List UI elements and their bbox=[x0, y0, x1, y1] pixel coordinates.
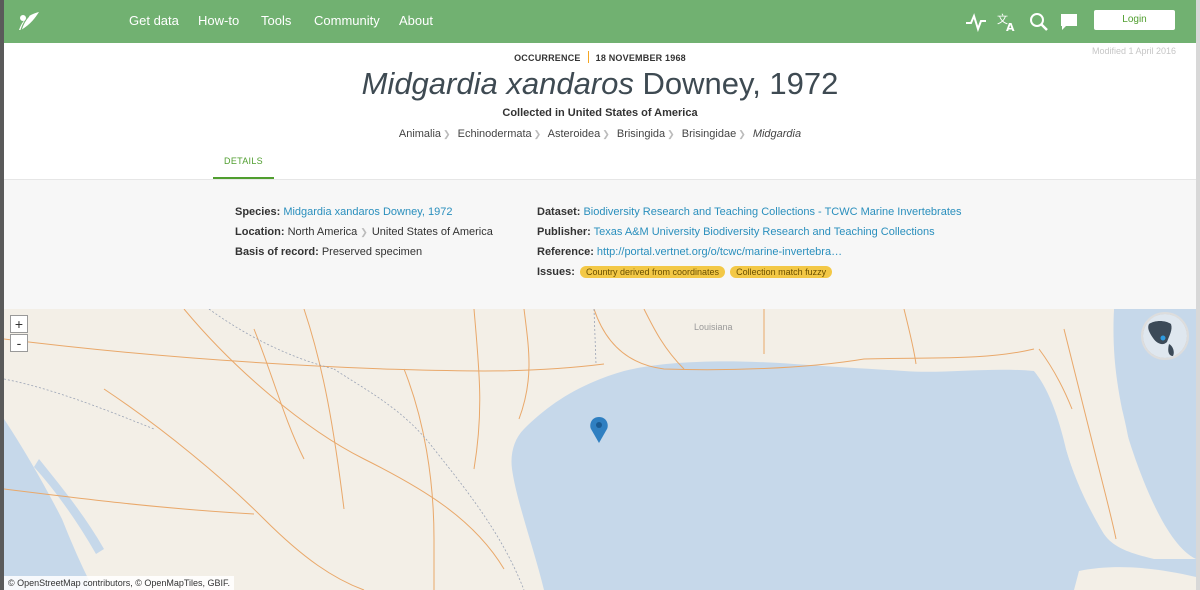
chevron-right-icon: ❯ bbox=[360, 227, 368, 237]
reference-label: Reference: bbox=[537, 246, 594, 258]
occurrence-map[interactable]: Louisiana + - © OpenStreetMap contributo… bbox=[4, 309, 1196, 590]
zoom-out-button[interactable]: - bbox=[10, 334, 28, 352]
dataset-link[interactable]: Biodiversity Research and Teaching Colle… bbox=[583, 206, 961, 218]
divider bbox=[587, 51, 589, 63]
basis-value: Preserved specimen bbox=[321, 246, 423, 258]
activity-icon[interactable] bbox=[965, 11, 987, 33]
svg-text:A: A bbox=[1006, 21, 1015, 33]
nav-community[interactable]: Community bbox=[314, 13, 380, 28]
species-row: Species: Midgardia xandaros Downey, 1972 bbox=[235, 206, 453, 218]
issue-badge-collection-match[interactable]: Collection match fuzzy bbox=[730, 266, 833, 278]
search-icon[interactable] bbox=[1028, 11, 1050, 33]
map-place-label: Louisiana bbox=[694, 322, 733, 332]
zoom-in-button[interactable]: + bbox=[10, 315, 28, 333]
tab-details[interactable]: DETAILS bbox=[213, 146, 274, 179]
issue-badge-country-derived[interactable]: Country derived from coordinates bbox=[579, 266, 726, 278]
chat-icon[interactable] bbox=[1058, 11, 1080, 33]
breadcrumb-class[interactable]: Asteroidea bbox=[548, 128, 601, 140]
issues-label: Issues: bbox=[537, 266, 575, 278]
basis-label: Basis of record: bbox=[235, 246, 319, 258]
publisher-row: Publisher: Texas A&M University Biodiver… bbox=[537, 226, 935, 238]
dataset-label: Dataset: bbox=[537, 206, 581, 218]
occurrence-type-line: OCCURRENCE 18 NOVEMBER 1968 bbox=[4, 51, 1196, 63]
reference-link[interactable]: http://portal.vertnet.org/o/tcwc/marine-… bbox=[597, 246, 842, 258]
pacific-water bbox=[4, 419, 94, 590]
globe-icon[interactable] bbox=[1141, 312, 1189, 360]
breadcrumb-order[interactable]: Brisingida bbox=[617, 128, 665, 140]
nav-tools[interactable]: Tools bbox=[261, 13, 291, 28]
location-country: United States of America bbox=[371, 226, 493, 238]
publisher-label: Publisher: bbox=[537, 226, 591, 238]
details-panel: Species: Midgardia xandaros Downey, 1972… bbox=[4, 179, 1196, 309]
reference-row: Reference: http://portal.vertnet.org/o/t… bbox=[537, 246, 842, 258]
breadcrumb-genus[interactable]: Midgardia bbox=[753, 128, 801, 140]
chevron-right-icon: ❯ bbox=[602, 129, 610, 139]
location-label: Location: bbox=[235, 226, 285, 238]
nav-about[interactable]: About bbox=[399, 13, 433, 28]
login-button[interactable]: Login bbox=[1094, 10, 1175, 30]
breadcrumb-phylum[interactable]: Echinodermata bbox=[458, 128, 532, 140]
location-row: Location: North America ❯ United States of… bbox=[235, 226, 493, 238]
chevron-right-icon: ❯ bbox=[667, 129, 675, 139]
collected-in: Collected in United States of America bbox=[502, 107, 698, 119]
chevron-right-icon: ❯ bbox=[533, 129, 542, 139]
issues-row: Issues: Country derived from coordinates… bbox=[537, 266, 833, 278]
chevron-right-icon: ❯ bbox=[443, 129, 451, 139]
nav-how-to[interactable]: How-to bbox=[198, 13, 239, 28]
authorship: Downey, 1972 bbox=[642, 66, 839, 101]
page-title: Midgardia xandaros Downey, 1972 bbox=[4, 64, 1196, 104]
translate-icon[interactable]: 文 A bbox=[996, 11, 1018, 33]
map-attribution: © OpenStreetMap contributors, © OpenMapT… bbox=[4, 576, 235, 590]
nav-get-data[interactable]: Get data bbox=[129, 13, 179, 28]
species-link[interactable]: Midgardia xandaros Downey, 1972 bbox=[283, 206, 452, 218]
record-type: OCCURRENCE bbox=[514, 53, 581, 63]
map-canvas[interactable] bbox=[4, 309, 1196, 590]
scientific-name: Midgardia xandaros bbox=[361, 66, 634, 101]
breadcrumb-kingdom[interactable]: Animalia bbox=[399, 128, 441, 140]
location-continent: North America bbox=[287, 226, 358, 238]
occurrence-page: Get data How-to Tools Community About 文 … bbox=[4, 0, 1196, 590]
taxonomy-breadcrumb: Animalia ❯ Echinodermata ❯ Asteroidea ❯ Bri… bbox=[4, 128, 1196, 140]
event-date: 18 NOVEMBER 1968 bbox=[595, 53, 686, 63]
basis-row: Basis of record: Preserved specimen bbox=[235, 246, 422, 258]
publisher-link[interactable]: Texas A&M University Biodiversity Resear… bbox=[594, 226, 935, 238]
dataset-row: Dataset: Biodiversity Research and Teach… bbox=[537, 206, 962, 218]
species-label: Species: bbox=[235, 206, 281, 218]
top-navigation-bar: Get data How-to Tools Community About 文 … bbox=[4, 0, 1196, 43]
page-scrollbar[interactable] bbox=[1196, 0, 1200, 590]
breadcrumb-family[interactable]: Brisingidae bbox=[682, 128, 736, 140]
gbif-logo-icon[interactable] bbox=[17, 10, 41, 32]
chevron-right-icon: ❯ bbox=[738, 129, 746, 139]
